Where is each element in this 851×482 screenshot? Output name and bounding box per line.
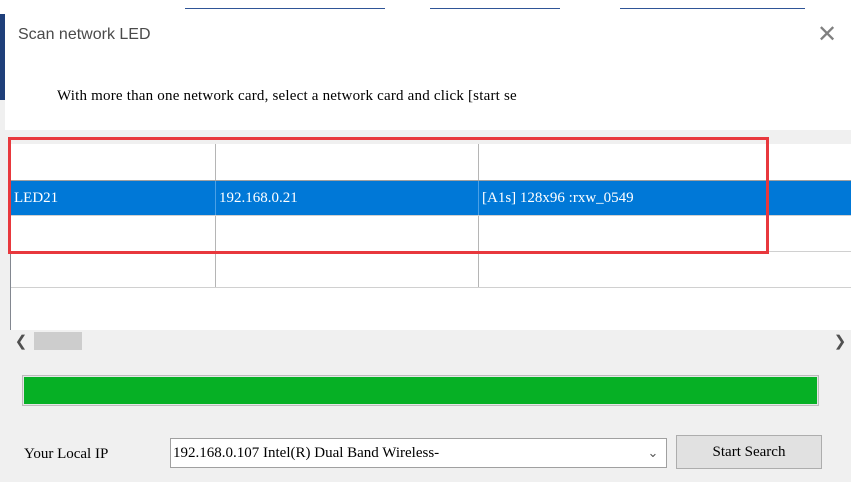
- window-title: Scan network LED: [18, 26, 151, 43]
- column-header[interactable]: [11, 144, 216, 180]
- table-cell: [216, 252, 479, 287]
- horizontal-scrollbar[interactable]: ❮ ❯: [10, 330, 851, 352]
- scroll-left-button[interactable]: ❮: [10, 330, 32, 352]
- background-line: [185, 8, 385, 9]
- search-progress-bar: [22, 375, 819, 406]
- table-cell: [11, 216, 216, 251]
- title-bar[interactable]: Scan network LED ✕: [5, 14, 851, 56]
- instruction-text: With more than one network card, select …: [57, 88, 517, 104]
- table-cell: [479, 252, 851, 287]
- led-name-cell: LED21: [11, 181, 216, 215]
- background-line: [430, 8, 560, 9]
- led-info-cell: [A1s] 128x96 :rxw_0549: [482, 189, 634, 206]
- table-row-selected[interactable]: LED21 192.168.0.21 [A1s] 128x96 :rxw_054…: [11, 181, 851, 216]
- background-line: [620, 8, 805, 9]
- instruction-area: With more than one network card, select …: [5, 56, 851, 130]
- column-header[interactable]: [216, 144, 479, 180]
- close-button[interactable]: ✕: [813, 20, 841, 48]
- led-list-view[interactable]: LED21 192.168.0.21 [A1s] 128x96 :rxw_054…: [10, 144, 851, 330]
- chevron-left-icon: ❮: [14, 333, 28, 350]
- progress-fill: [24, 377, 817, 404]
- column-header[interactable]: [479, 144, 851, 180]
- chevron-down-icon[interactable]: ⌄: [644, 443, 662, 463]
- network-card-selected-value: 192.168.0.107 Intel(R) Dual Band Wireles…: [173, 445, 440, 461]
- network-card-select[interactable]: 192.168.0.107 Intel(R) Dual Band Wireles…: [170, 438, 667, 468]
- table-row[interactable]: [11, 216, 851, 252]
- close-icon: ✕: [816, 20, 838, 48]
- led-ip-cell: 192.168.0.21: [216, 181, 479, 215]
- table-cell: [11, 252, 216, 287]
- start-search-button[interactable]: Start Search: [676, 435, 822, 469]
- table-header: [11, 144, 851, 181]
- local-ip-label: Your Local IP: [24, 446, 109, 462]
- scroll-thumb[interactable]: [34, 332, 82, 350]
- table-cell: [216, 216, 479, 251]
- table-row[interactable]: [11, 252, 851, 288]
- scroll-right-button[interactable]: ❯: [829, 330, 851, 352]
- background-window-strip: [0, 0, 851, 14]
- table-cell: [479, 216, 851, 251]
- chevron-right-icon: ❯: [833, 333, 847, 350]
